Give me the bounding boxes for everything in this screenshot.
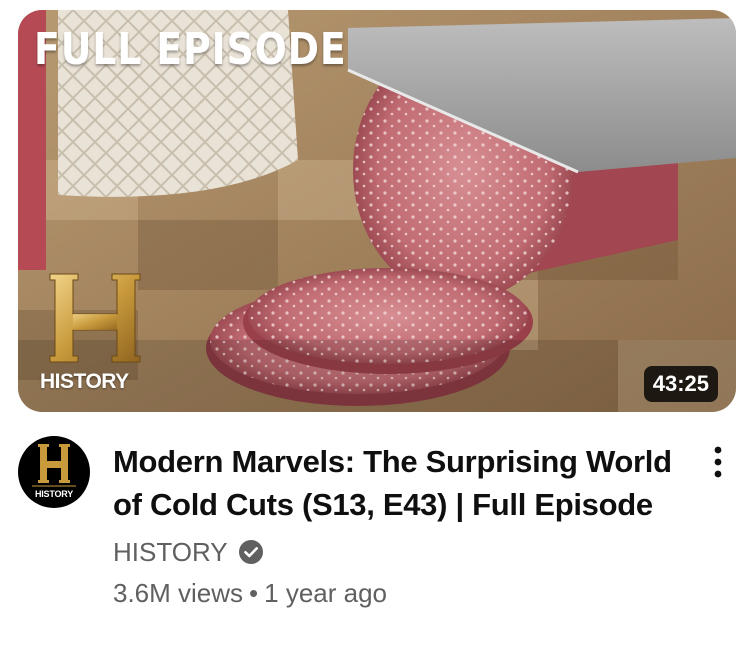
upload-age: 1 year ago <box>264 578 388 608</box>
video-thumbnail[interactable]: FULL EPISODE HISTORY 43:25 <box>18 10 736 412</box>
channel-row: HISTORY <box>113 534 264 570</box>
meta-separator: • <box>249 578 259 608</box>
channel-avatar[interactable]: HISTORY <box>18 436 90 508</box>
avatar-text: HISTORY <box>34 489 74 499</box>
duration-badge: 43:25 <box>643 366 718 402</box>
history-logo-text: HISTORY <box>40 370 129 393</box>
verified-check-icon <box>238 540 263 564</box>
video-title[interactable]: Modern Marvels: The Surprising World of … <box>113 440 683 526</box>
full-episode-overlay-title: FULL EPISODE <box>34 24 347 75</box>
channel-name[interactable]: HISTORY <box>113 534 228 570</box>
view-count: 3.6M views <box>113 578 244 608</box>
more-vert-icon[interactable] <box>703 442 733 482</box>
video-meta: 3.6M views • 1 year ago <box>113 575 387 611</box>
